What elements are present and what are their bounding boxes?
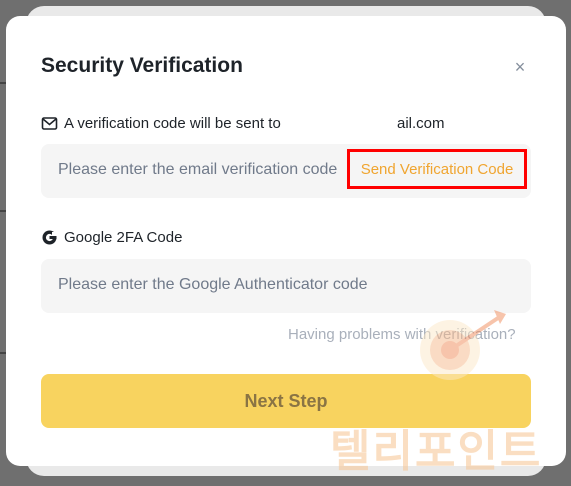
google-code-placeholder: Please enter the Google Authenticator co… bbox=[58, 276, 368, 293]
watermark-text: 텔리포인트 bbox=[330, 427, 543, 476]
email-label: A verification code will be sent to bbox=[64, 115, 281, 132]
google-icon bbox=[41, 229, 58, 246]
email-code-placeholder: Please enter the email verification code bbox=[58, 161, 338, 178]
email-label-row: A verification code will be sent to bbox=[41, 115, 281, 132]
dialog-title: Security Verification bbox=[41, 54, 243, 77]
email-address: ail.com bbox=[397, 115, 445, 132]
google-label-row: Google 2FA Code bbox=[41, 229, 182, 246]
mail-icon bbox=[41, 115, 58, 132]
close-icon[interactable]: × bbox=[509, 56, 531, 78]
google-2fa-label: Google 2FA Code bbox=[64, 229, 183, 246]
send-verification-code-button[interactable]: Send Verification Code bbox=[347, 149, 527, 189]
target-arrow-icon bbox=[410, 300, 510, 390]
security-verification-dialog: Security Verification × A verification c… bbox=[6, 16, 566, 466]
